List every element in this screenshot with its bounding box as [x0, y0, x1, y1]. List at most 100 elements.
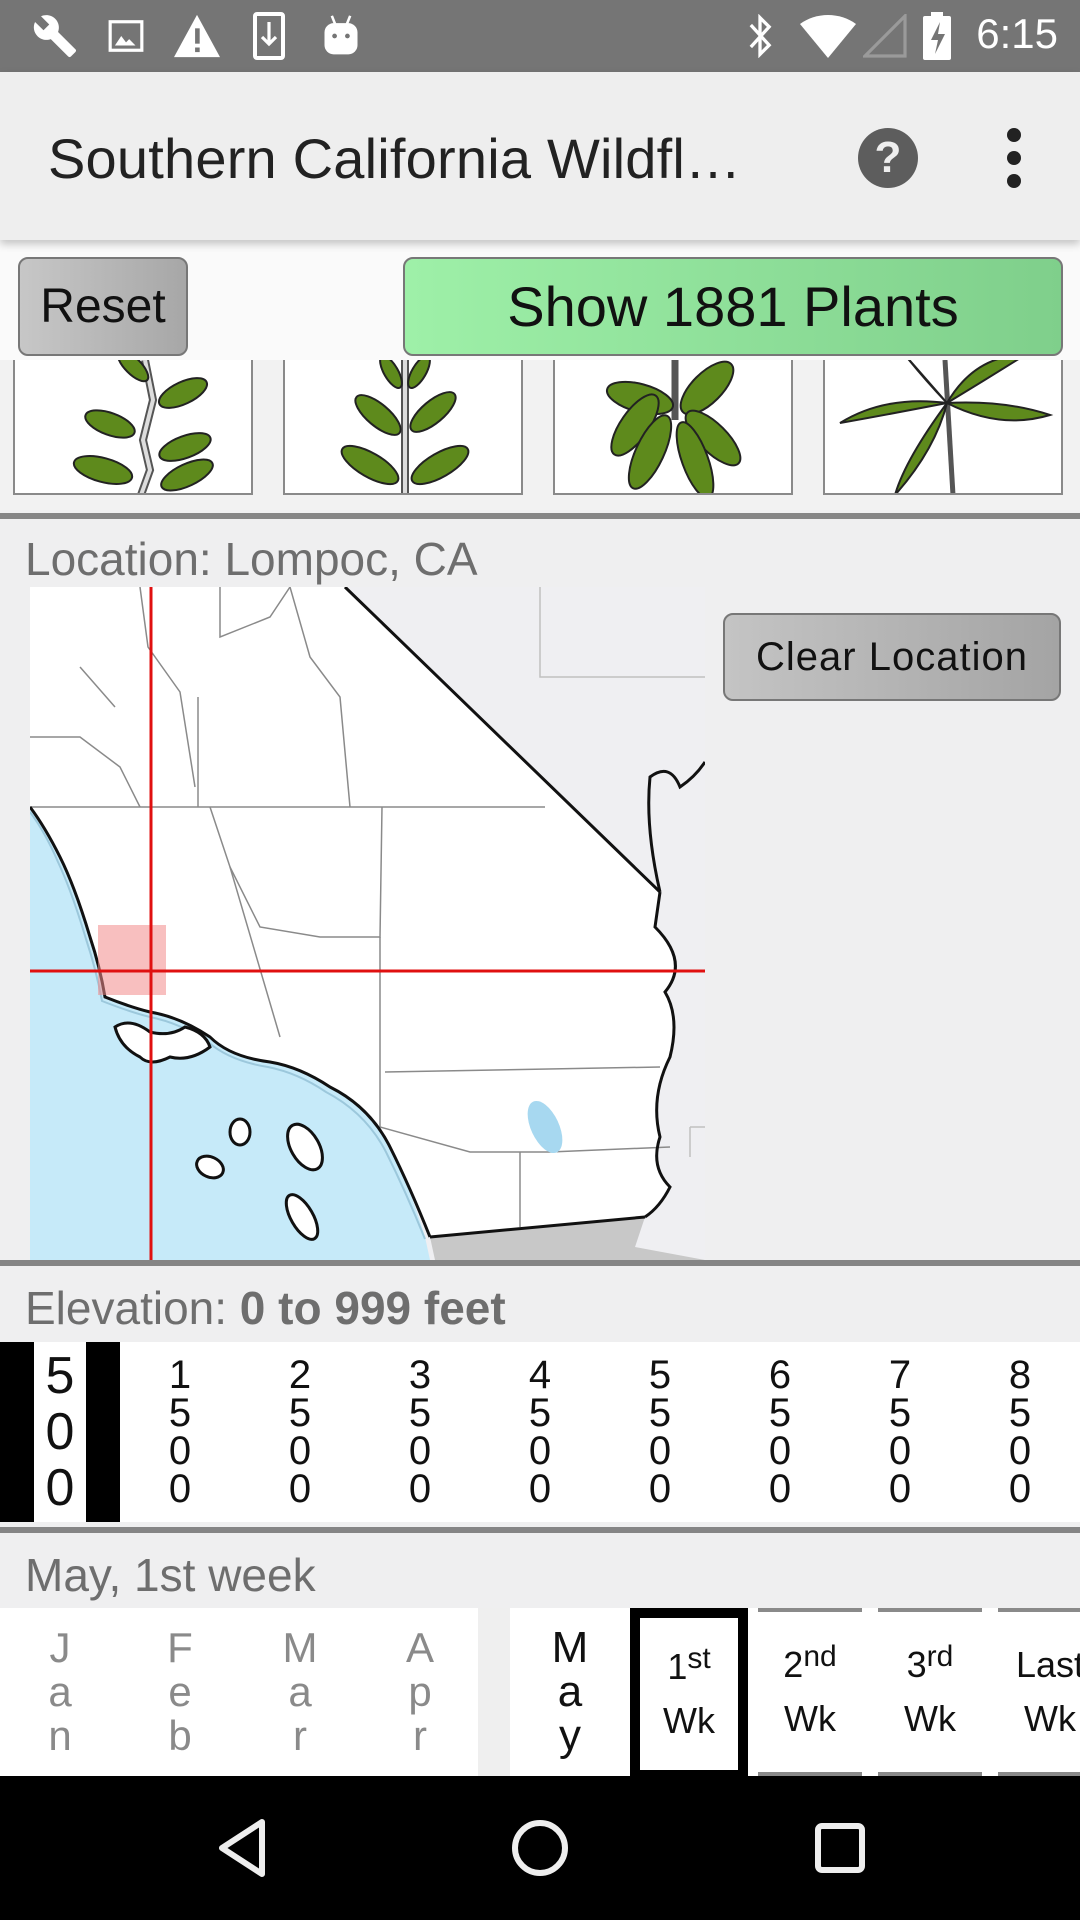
- week-word: Wk: [1024, 1698, 1076, 1739]
- stacked-char: 0: [648, 1467, 672, 1511]
- elevation-option[interactable]: 5500: [600, 1342, 720, 1522]
- southern-california-map: [30, 587, 705, 1260]
- week-option-1st[interactable]: 1st Wk: [630, 1608, 748, 1776]
- stacked-char: 5: [528, 1391, 552, 1435]
- stacked-char: 5: [168, 1391, 192, 1435]
- overflow-menu-button[interactable]: [1000, 128, 1028, 188]
- stacked-char: 0: [768, 1429, 792, 1473]
- week-suffix: st: [687, 1642, 711, 1675]
- week-number: Last: [1015, 1644, 1080, 1685]
- location-map[interactable]: [30, 587, 705, 1260]
- stacked-char: 5: [888, 1391, 912, 1435]
- warning-icon: [172, 14, 222, 58]
- elevation-option[interactable]: 6500: [720, 1342, 840, 1522]
- stacked-char: 0: [768, 1467, 792, 1511]
- help-button[interactable]: ?: [858, 128, 918, 188]
- clock: 6:15: [976, 10, 1058, 57]
- more-vert-dot: [1007, 151, 1021, 165]
- stacked-char: A: [405, 1624, 434, 1671]
- stacked-char: 0: [408, 1429, 432, 1473]
- show-plants-button[interactable]: Show 1881 Plants: [403, 257, 1063, 356]
- month-option-feb[interactable]: Feb: [120, 1608, 240, 1776]
- stacked-char: 5: [288, 1391, 312, 1435]
- stacked-char: 3: [408, 1353, 432, 1397]
- stacked-char: n: [48, 1712, 72, 1759]
- week-option-last[interactable]: Last Wk: [998, 1608, 1080, 1776]
- elevation-label-prefix: Elevation:: [25, 1282, 240, 1334]
- leaf-type-strip[interactable]: [0, 360, 1080, 510]
- divider: [0, 1260, 1080, 1266]
- leaf-option-alternate[interactable]: [13, 360, 253, 495]
- week-option-3rd[interactable]: 3rd Wk: [878, 1608, 982, 1776]
- elevation-digits: 500: [34, 1342, 86, 1522]
- stacked-char: b: [168, 1712, 192, 1759]
- month-option-apr[interactable]: Apr: [360, 1608, 480, 1776]
- stacked-char: 0: [528, 1429, 552, 1473]
- home-icon[interactable]: [508, 1816, 572, 1880]
- stacked-char: 5: [648, 1391, 672, 1435]
- location-label: Location: Lompoc, CA: [25, 533, 478, 585]
- back-icon[interactable]: [210, 1816, 274, 1880]
- stacked-char: y: [559, 1711, 581, 1760]
- stacked-char: 5: [648, 1353, 672, 1397]
- battery-charging-icon: [920, 12, 954, 60]
- week-number: 2nd: [783, 1640, 837, 1685]
- stacked-char: a: [288, 1668, 312, 1715]
- more-vert-dot: [1007, 174, 1021, 188]
- wifi-icon: [798, 14, 858, 58]
- leaf-option-whorled[interactable]: [553, 360, 793, 495]
- month-separator: [478, 1608, 510, 1776]
- bluetooth-icon: [742, 14, 778, 58]
- elevation-option[interactable]: 7500: [840, 1342, 960, 1522]
- selected-area: [98, 925, 166, 995]
- month-option-mar[interactable]: Mar: [240, 1608, 360, 1776]
- elevation-option[interactable]: 1500: [120, 1342, 240, 1522]
- stacked-char: 0: [1008, 1467, 1032, 1511]
- stacked-char: 0: [888, 1429, 912, 1473]
- elevation-value: 0 to 999 feet: [239, 1282, 506, 1334]
- week-number: 1st: [667, 1642, 711, 1687]
- image-icon: [104, 14, 148, 58]
- stacked-char: M: [282, 1624, 318, 1671]
- stacked-char: 5: [1008, 1391, 1032, 1435]
- clear-location-button[interactable]: Clear Location: [723, 613, 1061, 701]
- leaf-option-opposite[interactable]: [283, 360, 523, 495]
- stacked-char: 5: [408, 1391, 432, 1435]
- elevation-option[interactable]: 2500: [240, 1342, 360, 1522]
- leaf-option-palmate[interactable]: [823, 360, 1063, 495]
- stacked-char: 0: [888, 1467, 912, 1511]
- stacked-char: r: [293, 1712, 307, 1759]
- elevation-option[interactable]: 4500: [480, 1342, 600, 1522]
- week-option-2nd[interactable]: 2nd Wk: [758, 1608, 862, 1776]
- stacked-char: p: [408, 1668, 432, 1715]
- stacked-char: 5: [45, 1347, 75, 1405]
- stacked-char: F: [167, 1624, 193, 1671]
- week-suffix: rd: [926, 1640, 954, 1673]
- navigation-bar: [0, 1776, 1080, 1920]
- month-option-may[interactable]: May: [510, 1608, 630, 1776]
- help-icon: ?: [874, 133, 902, 182]
- reset-button[interactable]: Reset: [18, 257, 188, 356]
- stacked-char: 0: [45, 1403, 75, 1461]
- app-bar: Southern California Wildfl… ?: [0, 72, 1080, 240]
- stacked-char: 0: [288, 1467, 312, 1511]
- stacked-char: 1: [168, 1353, 192, 1397]
- elevation-option-500[interactable]: 500: [0, 1342, 120, 1522]
- week-number: 3rd: [906, 1640, 954, 1685]
- stacked-char: 0: [168, 1429, 192, 1473]
- elevation-option[interactable]: 3500: [360, 1342, 480, 1522]
- stacked-char: a: [48, 1668, 72, 1715]
- season-label: May, 1st week: [25, 1549, 316, 1601]
- opposite-leaf-icon: [340, 360, 470, 493]
- month-option-jan[interactable]: Jan: [0, 1608, 120, 1776]
- divider: [0, 513, 1080, 519]
- recents-icon[interactable]: [808, 1816, 872, 1880]
- alternate-leaf-icon: [72, 360, 214, 493]
- stacked-char: 0: [45, 1459, 75, 1517]
- stacked-char: r: [413, 1712, 427, 1759]
- app-title: Southern California Wildfl…: [48, 127, 742, 190]
- status-bar: 6:15: [0, 0, 1080, 72]
- stacked-char: 7: [888, 1353, 912, 1397]
- week-word: Wk: [663, 1700, 715, 1741]
- elevation-option[interactable]: 8500: [960, 1342, 1080, 1522]
